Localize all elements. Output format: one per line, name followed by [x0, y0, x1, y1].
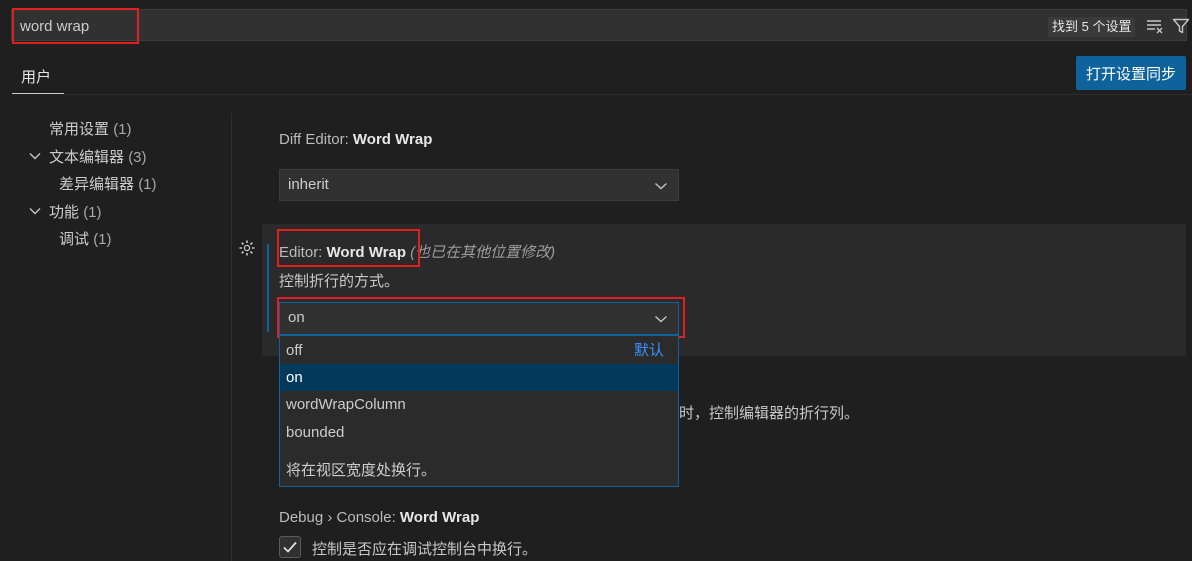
tree-item-count: (1): [138, 176, 157, 193]
result-count-badge: 找到 5 个设置: [1048, 17, 1136, 37]
setting-title-editor-word-wrap: Editor: Word Wrap (也已在其他位置修改): [279, 241, 555, 262]
tree-item-text-editor[interactable]: 文本编辑器 (3): [49, 146, 147, 167]
setting-category: Debug › Console:: [279, 509, 400, 526]
editor-word-wrap-select[interactable]: on: [279, 302, 679, 335]
settings-sync-button[interactable]: 打开设置同步: [1076, 56, 1186, 90]
select-value: inherit: [288, 176, 329, 193]
header-divider: [64, 94, 1192, 95]
option-label: wordWrapColumn: [286, 396, 406, 413]
setting-category: Editor:: [279, 244, 327, 261]
option-description: 将在视区宽度处换行。: [286, 462, 437, 479]
tab-user[interactable]: 用户: [12, 62, 64, 94]
tree-item-label: 文本编辑器: [49, 149, 125, 166]
setting-title-debug-console-word-wrap: Debug › Console: Word Wrap: [279, 509, 479, 526]
gear-icon[interactable]: [238, 239, 256, 257]
dropdown-option-bounded[interactable]: bounded: [280, 419, 678, 446]
search-bar: 找到 5 个设置: [11, 9, 1190, 41]
tree-item-label: 常用设置: [49, 121, 110, 138]
tree-item-label: 调试: [59, 231, 90, 248]
option-label: on: [286, 369, 303, 386]
setting-description: 时，控制编辑器的折行列。: [679, 405, 860, 422]
tree-item-common[interactable]: 常用设置 (1): [49, 118, 132, 139]
chevron-down-icon[interactable]: [28, 149, 42, 163]
setting-title-diff-editor-word-wrap: Diff Editor: Word Wrap: [279, 131, 432, 148]
tree-item-debug[interactable]: 调试 (1): [59, 228, 112, 249]
focus-indicator: [267, 244, 269, 332]
clear-filter-icon[interactable]: [1146, 18, 1164, 34]
option-label: off: [286, 342, 303, 359]
tree-item-count: (3): [128, 149, 147, 166]
default-label: 默认: [633, 342, 664, 359]
setting-name: Word Wrap: [399, 509, 480, 526]
tree-item-count: (1): [93, 231, 112, 248]
debug-console-word-wrap-checkbox[interactable]: [279, 536, 301, 558]
setting-name: Word Wrap: [352, 131, 433, 148]
tree-divider: [231, 113, 232, 561]
dropdown-list: off 默认 on wordWrapColumn bounded 将在视区宽度处…: [279, 335, 679, 487]
chevron-down-icon: [655, 182, 667, 190]
select-value: on: [288, 309, 305, 326]
tree-item-label: 功能: [49, 204, 80, 221]
check-icon: [283, 541, 297, 553]
setting-description: 控制折行的方式。: [279, 273, 400, 290]
dropdown-option-wordwrapcolumn[interactable]: wordWrapColumn: [280, 391, 678, 418]
dropdown-option-on[interactable]: on: [280, 364, 678, 391]
setting-category: Diff Editor:: [279, 131, 353, 148]
option-label: bounded: [286, 424, 345, 441]
setting-description: 控制是否应在调试控制台中换行。: [312, 541, 538, 558]
tree-item-features[interactable]: 功能 (1): [49, 201, 102, 222]
chevron-down-icon: [655, 315, 667, 323]
chevron-down-icon[interactable]: [28, 204, 42, 218]
tree-item-label: 差异编辑器: [59, 176, 135, 193]
modified-elsewhere-link[interactable]: (也已在其他位置修改): [410, 244, 555, 261]
tree-item-count: (1): [83, 204, 102, 221]
setting-name: Word Wrap: [326, 244, 406, 261]
dropdown-option-off[interactable]: off 默认: [280, 337, 678, 364]
tree-item-count: (1): [113, 121, 132, 138]
diff-editor-word-wrap-select[interactable]: inherit: [279, 169, 679, 201]
filter-icon[interactable]: [1172, 17, 1190, 35]
search-input[interactable]: [20, 16, 620, 36]
tree-item-diff-editor[interactable]: 差异编辑器 (1): [59, 173, 157, 194]
